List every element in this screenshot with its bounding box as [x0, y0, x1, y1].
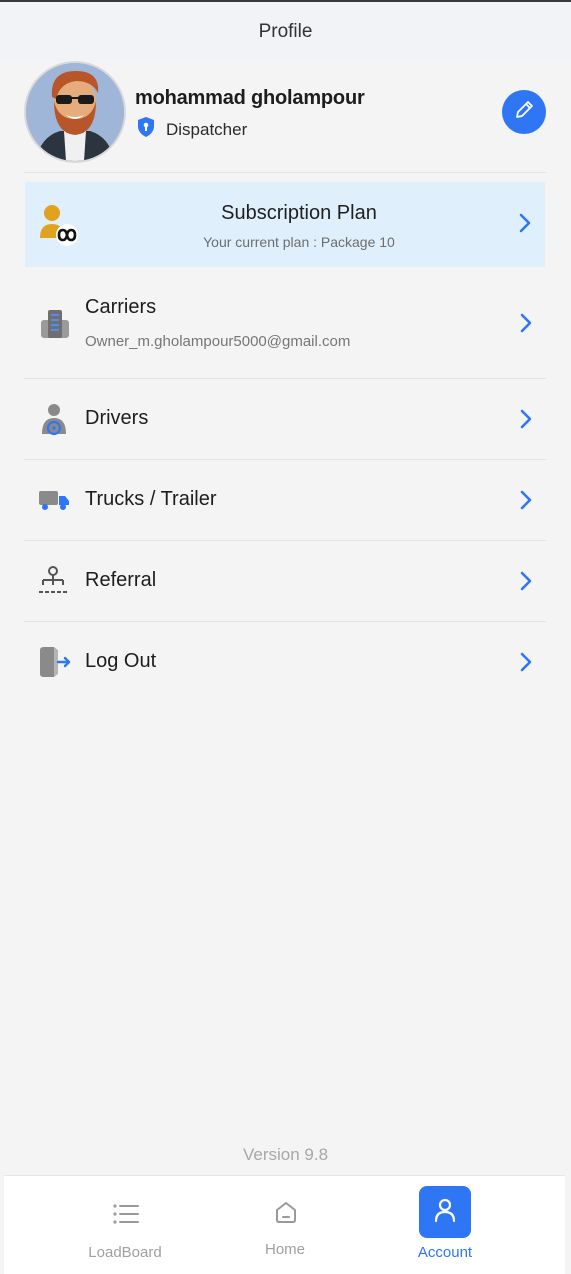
- subscription-description: Your current plan : Package 10: [203, 234, 395, 250]
- chevron-right-icon: [520, 652, 532, 677]
- menu-item-label: Carriers: [85, 296, 157, 318]
- chevron-right-icon: [520, 313, 532, 338]
- nav-tab-label: Account: [417, 1244, 473, 1261]
- building-icon: [38, 308, 72, 345]
- subscription-title: Subscription Plan: [221, 202, 377, 224]
- divider: [24, 172, 546, 173]
- user-icon: [433, 1197, 457, 1228]
- home-icon: [274, 1200, 298, 1229]
- truck-icon: [38, 488, 70, 517]
- app-version: Version 9.8: [242, 1145, 329, 1164]
- nav-tab-label: LoadBoard: [88, 1244, 162, 1261]
- nav-tab-account-active-indicator: [419, 1186, 471, 1238]
- menu-item-carriers[interactable]: Carriers Owner_m.gholampour5000@gmail.co…: [24, 282, 546, 379]
- list-icon: [112, 1203, 140, 1230]
- chevron-right-icon: [520, 571, 532, 596]
- user-role: Dispatcher: [136, 116, 247, 143]
- nav-tab-label: Home: [264, 1241, 305, 1258]
- subscription-plan-card[interactable]: Subscription Plan Your current plan : Pa…: [25, 182, 545, 267]
- menu-item-trucks-trailer[interactable]: Trucks / Trailer: [24, 460, 546, 541]
- menu-item-log-out[interactable]: Log Out: [24, 622, 546, 703]
- menu-item-label: Log Out: [85, 650, 157, 672]
- menu-item-label: Trucks / Trailer: [85, 488, 217, 510]
- nav-tab-loadboard[interactable]: LoadBoard: [45, 1176, 205, 1274]
- bottom-navigation: LoadBoard Home Account: [4, 1175, 565, 1274]
- user-role-label: Dispatcher: [166, 119, 248, 139]
- chevron-right-icon: [519, 213, 531, 238]
- nav-tab-home[interactable]: Home: [205, 1176, 365, 1274]
- avatar[interactable]: [24, 61, 126, 163]
- menu-item-drivers[interactable]: Drivers: [24, 379, 546, 460]
- referral-network-icon: [38, 566, 68, 601]
- pencil-icon: [513, 99, 535, 126]
- chevron-right-icon: [520, 409, 532, 434]
- page-header: Profile: [0, 2, 571, 62]
- nav-tab-account[interactable]: Account: [365, 1176, 525, 1274]
- page-title: Profile: [258, 21, 313, 42]
- user-name: mohammad gholampour: [135, 87, 365, 109]
- logout-door-icon: [38, 646, 72, 683]
- driver-icon: [38, 402, 70, 441]
- menu-item-label: Referral: [85, 569, 157, 591]
- carrier-owner-email: Owner_m.gholampour5000@gmail.com: [85, 333, 351, 350]
- shield-icon: [136, 116, 156, 143]
- profile-section: mohammad gholampour Dispatcher: [24, 61, 546, 164]
- menu-item-label: Drivers: [85, 407, 149, 429]
- menu-item-referral[interactable]: Referral: [24, 541, 546, 622]
- edit-profile-button[interactable]: [502, 90, 546, 134]
- chevron-right-icon: [520, 490, 532, 515]
